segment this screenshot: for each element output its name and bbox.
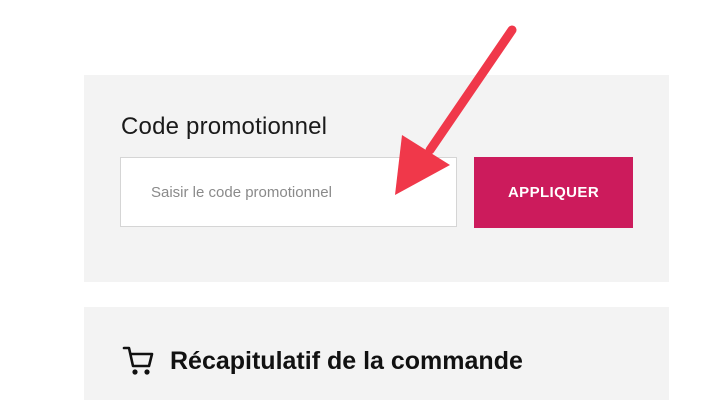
checkout-page: Code promotionnel APPLIQUER Récapitulati… bbox=[0, 0, 720, 400]
promo-code-input[interactable] bbox=[120, 157, 457, 227]
promo-code-panel: Code promotionnel APPLIQUER bbox=[84, 75, 669, 282]
shopping-cart-icon bbox=[121, 343, 157, 379]
order-summary-title: Récapitulatif de la commande bbox=[170, 346, 523, 375]
promo-code-title: Code promotionnel bbox=[121, 113, 328, 140]
order-summary-header[interactable]: Récapitulatif de la commande bbox=[121, 343, 523, 379]
apply-button[interactable]: APPLIQUER bbox=[474, 157, 633, 228]
order-summary-panel: Récapitulatif de la commande bbox=[84, 307, 669, 400]
